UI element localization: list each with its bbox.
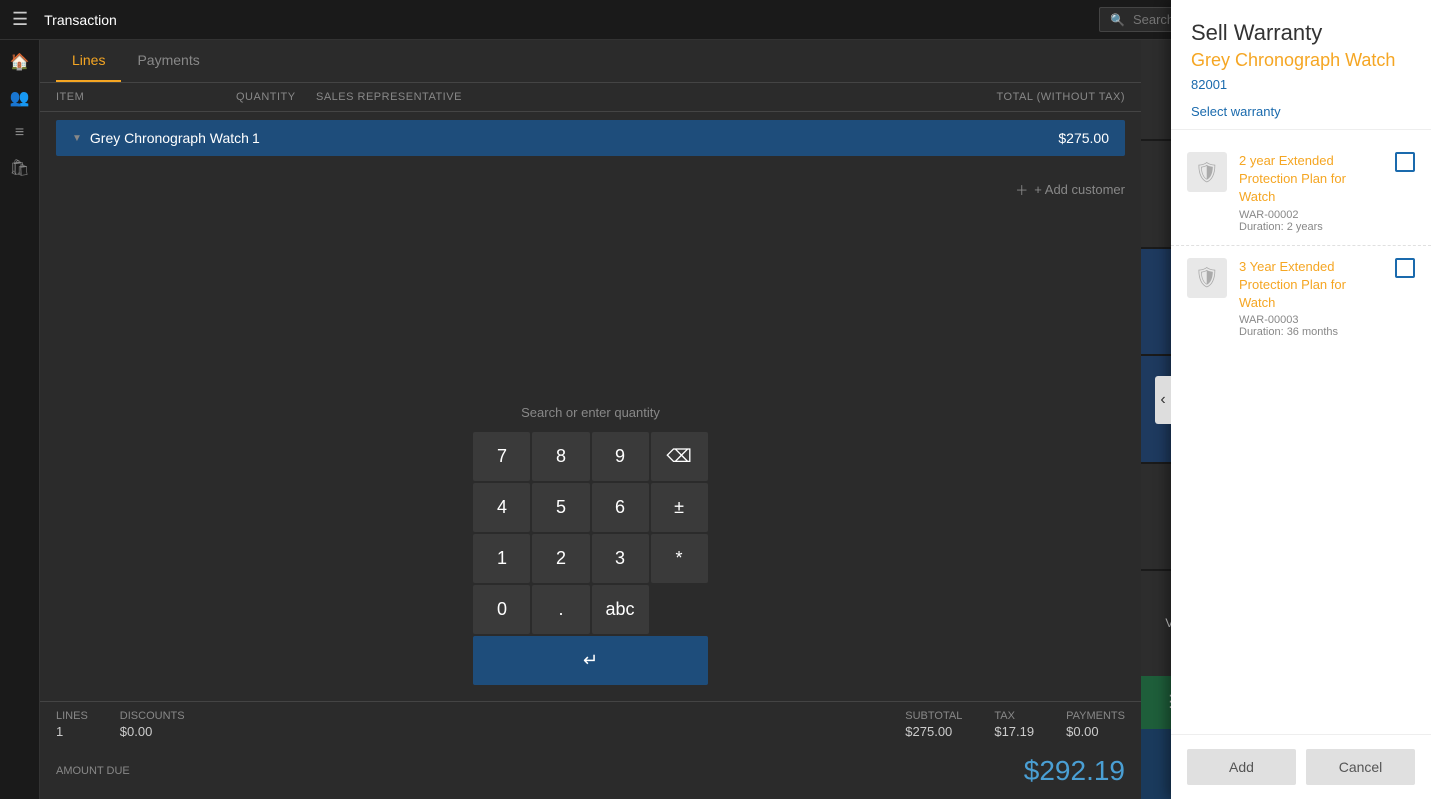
numpad-6[interactable]: 6 xyxy=(592,483,649,532)
tax-label: TAX xyxy=(994,710,1034,722)
warranty-info-2: 3 Year Extended Protection Plan for Watc… xyxy=(1239,258,1383,339)
discounts-label: DISCOUNTS xyxy=(120,710,185,722)
subtotal-value: $275.00 xyxy=(905,724,962,739)
warranty-code-2: WAR-00003 xyxy=(1239,314,1383,326)
lines-value: 1 xyxy=(56,724,88,739)
panel-header: Sell Warranty Grey Chronograph Watch 820… xyxy=(1171,0,1431,130)
warranty-checkbox-2[interactable] xyxy=(1395,258,1415,278)
search-icon: 🔍 xyxy=(1110,13,1125,27)
item-name-text: Grey Chronograph Watch xyxy=(90,130,249,146)
numpad-5[interactable]: 5 xyxy=(532,483,589,532)
select-warranty-label: Select warranty xyxy=(1191,104,1411,119)
warranty-name-2: 3 Year Extended Protection Plan for Watc… xyxy=(1239,258,1383,313)
item-total: $275.00 xyxy=(512,130,1109,146)
item-quantity: 1 xyxy=(252,130,332,146)
tax-value: $17.19 xyxy=(994,724,1034,739)
warranty-info-1: 2 year Extended Protection Plan for Watc… xyxy=(1239,152,1383,233)
discounts-value: $0.00 xyxy=(120,724,185,739)
numpad-backspace[interactable]: ⌫ xyxy=(651,432,708,481)
add-customer-label: + Add customer xyxy=(1034,182,1125,197)
chevron-icon: ▼ xyxy=(72,133,82,144)
numpad-abc[interactable]: abc xyxy=(592,585,649,634)
tabs: Lines Payments xyxy=(40,40,1141,83)
col-quantity: QUANTITY xyxy=(236,91,316,103)
warranty-thumb-2: 🛡 xyxy=(1187,258,1227,298)
add-button[interactable]: Add xyxy=(1187,749,1296,785)
numpad-0[interactable]: 0 xyxy=(473,585,530,634)
tab-lines[interactable]: Lines xyxy=(56,40,121,82)
numpad-enter[interactable]: ↵ xyxy=(473,636,707,685)
cancel-button[interactable]: Cancel xyxy=(1306,749,1415,785)
subtotal-label: SUBTOTAL xyxy=(905,710,962,722)
col-total: TOTAL (WITHOUT TAX) xyxy=(496,91,1125,103)
menu-icon[interactable]: ≡ xyxy=(15,124,24,142)
warranty-thumb-1: 🛡 xyxy=(1187,152,1227,192)
warranty-item-2[interactable]: 🛡 3 Year Extended Protection Plan for Wa… xyxy=(1171,246,1431,351)
panel-subtitle: Grey Chronograph Watch xyxy=(1191,50,1411,71)
numpad-plusminus[interactable]: ± xyxy=(651,483,708,532)
lines-label: LINES xyxy=(56,710,88,722)
panel-code: 82001 xyxy=(1191,77,1411,92)
numpad-1[interactable]: 1 xyxy=(473,534,530,583)
quantity-search: Search or enter quantity xyxy=(40,405,1141,420)
bag-icon[interactable]: 🛍 xyxy=(9,158,29,178)
numpad-7[interactable]: 7 xyxy=(473,432,530,481)
numpad: 7 8 9 ⌫ 4 5 6 ± 1 2 3 * 0 . abc ↵ xyxy=(473,432,707,685)
col-sales-rep: SALES REPRESENTATIVE xyxy=(316,91,496,103)
plus-icon: ＋ xyxy=(1015,180,1028,199)
amount-due-label: AMOUNT DUE xyxy=(56,765,130,777)
numpad-9[interactable]: 9 xyxy=(592,432,649,481)
numpad-3[interactable]: 3 xyxy=(592,534,649,583)
app-title: Transaction xyxy=(44,12,1083,28)
warranty-duration-2: Duration: 36 months xyxy=(1239,326,1383,338)
warranty-code-1: WAR-00002 xyxy=(1239,209,1383,221)
panel-title: Sell Warranty xyxy=(1191,20,1411,46)
add-customer-area: ＋ + Add customer xyxy=(40,164,1141,215)
warranty-item-1[interactable]: 🛡 2 year Extended Protection Plan for Wa… xyxy=(1171,140,1431,246)
amount-due-value: $292.19 xyxy=(1024,755,1125,787)
left-sidebar: 🏠 👥 ≡ 🛍 xyxy=(0,40,40,799)
col-item: ITEM xyxy=(56,91,236,103)
warranty-checkbox-1[interactable] xyxy=(1395,152,1415,172)
warranty-thumb-icon-2: 🛡 xyxy=(1194,265,1219,290)
table-row[interactable]: ▼ Grey Chronograph Watch 1 $275.00 xyxy=(56,120,1125,156)
warranty-duration-1: Duration: 2 years xyxy=(1239,221,1383,233)
warranty-list: 🛡 2 year Extended Protection Plan for Wa… xyxy=(1171,130,1431,734)
warranty-thumb-icon-1: 🛡 xyxy=(1194,160,1219,185)
warranty-name-1: 2 year Extended Protection Plan for Watc… xyxy=(1239,152,1383,207)
numpad-8[interactable]: 8 xyxy=(532,432,589,481)
numpad-dot[interactable]: . xyxy=(532,585,589,634)
amount-due-row: AMOUNT DUE $292.19 xyxy=(40,747,1141,799)
totals-section: LINES 1 DISCOUNTS $0.00 SUBTOTAL $275.00… xyxy=(40,701,1141,747)
pos-area: Lines Payments ITEM QUANTITY SALES REPRE… xyxy=(40,40,1141,799)
payments-value: $0.00 xyxy=(1066,724,1125,739)
spacer xyxy=(40,215,1141,405)
hamburger-icon[interactable]: ☰ xyxy=(12,9,28,30)
warranty-panel: ‹ Sell Warranty Grey Chronograph Watch 8… xyxy=(1171,0,1431,799)
panel-footer: Add Cancel xyxy=(1171,734,1431,799)
collapse-icon: ‹ xyxy=(1160,391,1165,409)
tab-payments[interactable]: Payments xyxy=(121,40,215,82)
numpad-multiply[interactable]: * xyxy=(651,534,708,583)
home-icon[interactable]: 🏠 xyxy=(10,52,30,72)
payments-label: PAYMENTS xyxy=(1066,710,1125,722)
numpad-2[interactable]: 2 xyxy=(532,534,589,583)
add-customer-button[interactable]: ＋ + Add customer xyxy=(1015,180,1125,199)
panel-collapse-handle[interactable]: ‹ xyxy=(1155,376,1171,424)
users-icon[interactable]: 👥 xyxy=(10,88,30,108)
table-header: ITEM QUANTITY SALES REPRESENTATIVE TOTAL… xyxy=(40,83,1141,112)
numpad-4[interactable]: 4 xyxy=(473,483,530,532)
